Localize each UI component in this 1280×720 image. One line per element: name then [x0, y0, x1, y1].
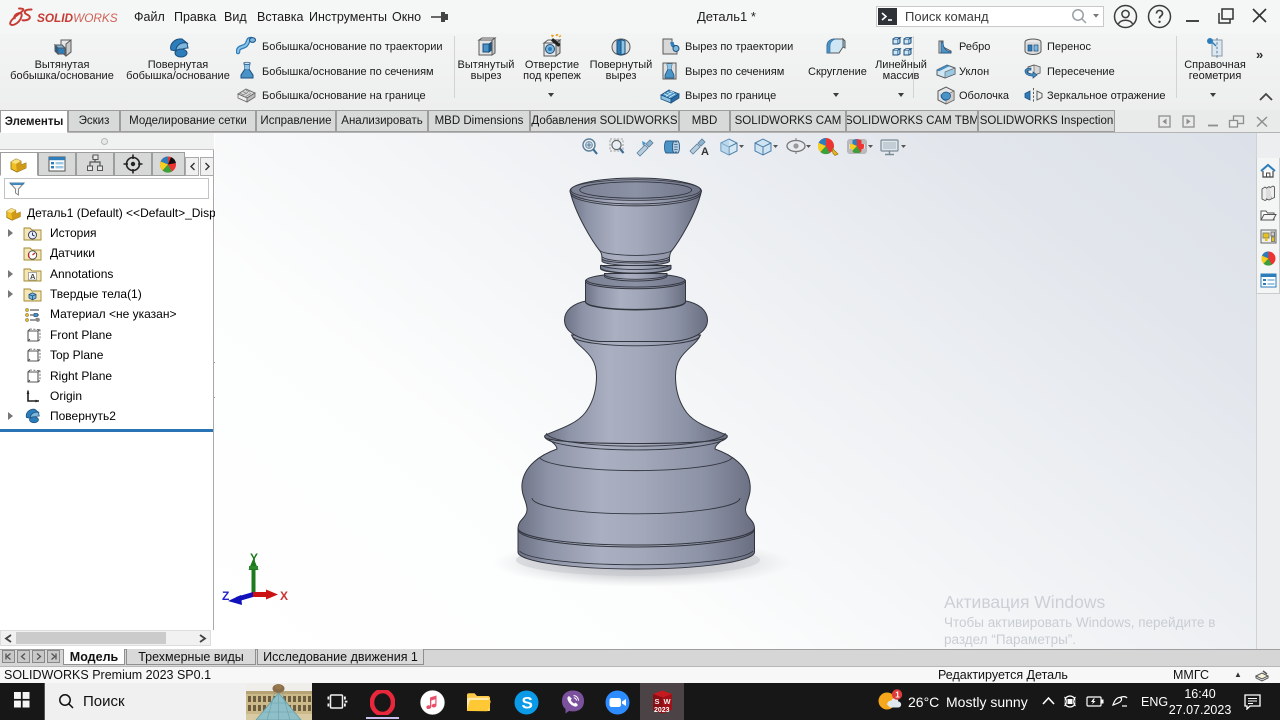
svg-text:W: W	[664, 697, 672, 706]
svg-text:S: S	[655, 697, 660, 706]
svg-text:1: 1	[895, 691, 900, 700]
svg-text:A: A	[701, 146, 709, 157]
svg-text:Y: Y	[250, 551, 258, 565]
svg-text:2023: 2023	[654, 707, 670, 714]
svg-text:X: X	[280, 589, 288, 603]
svg-text:SOLIDWORKS: SOLIDWORKS	[37, 11, 118, 25]
svg-text:S: S	[522, 694, 533, 713]
svg-text:Z: Z	[222, 589, 229, 603]
svg-text:A: A	[30, 272, 36, 281]
